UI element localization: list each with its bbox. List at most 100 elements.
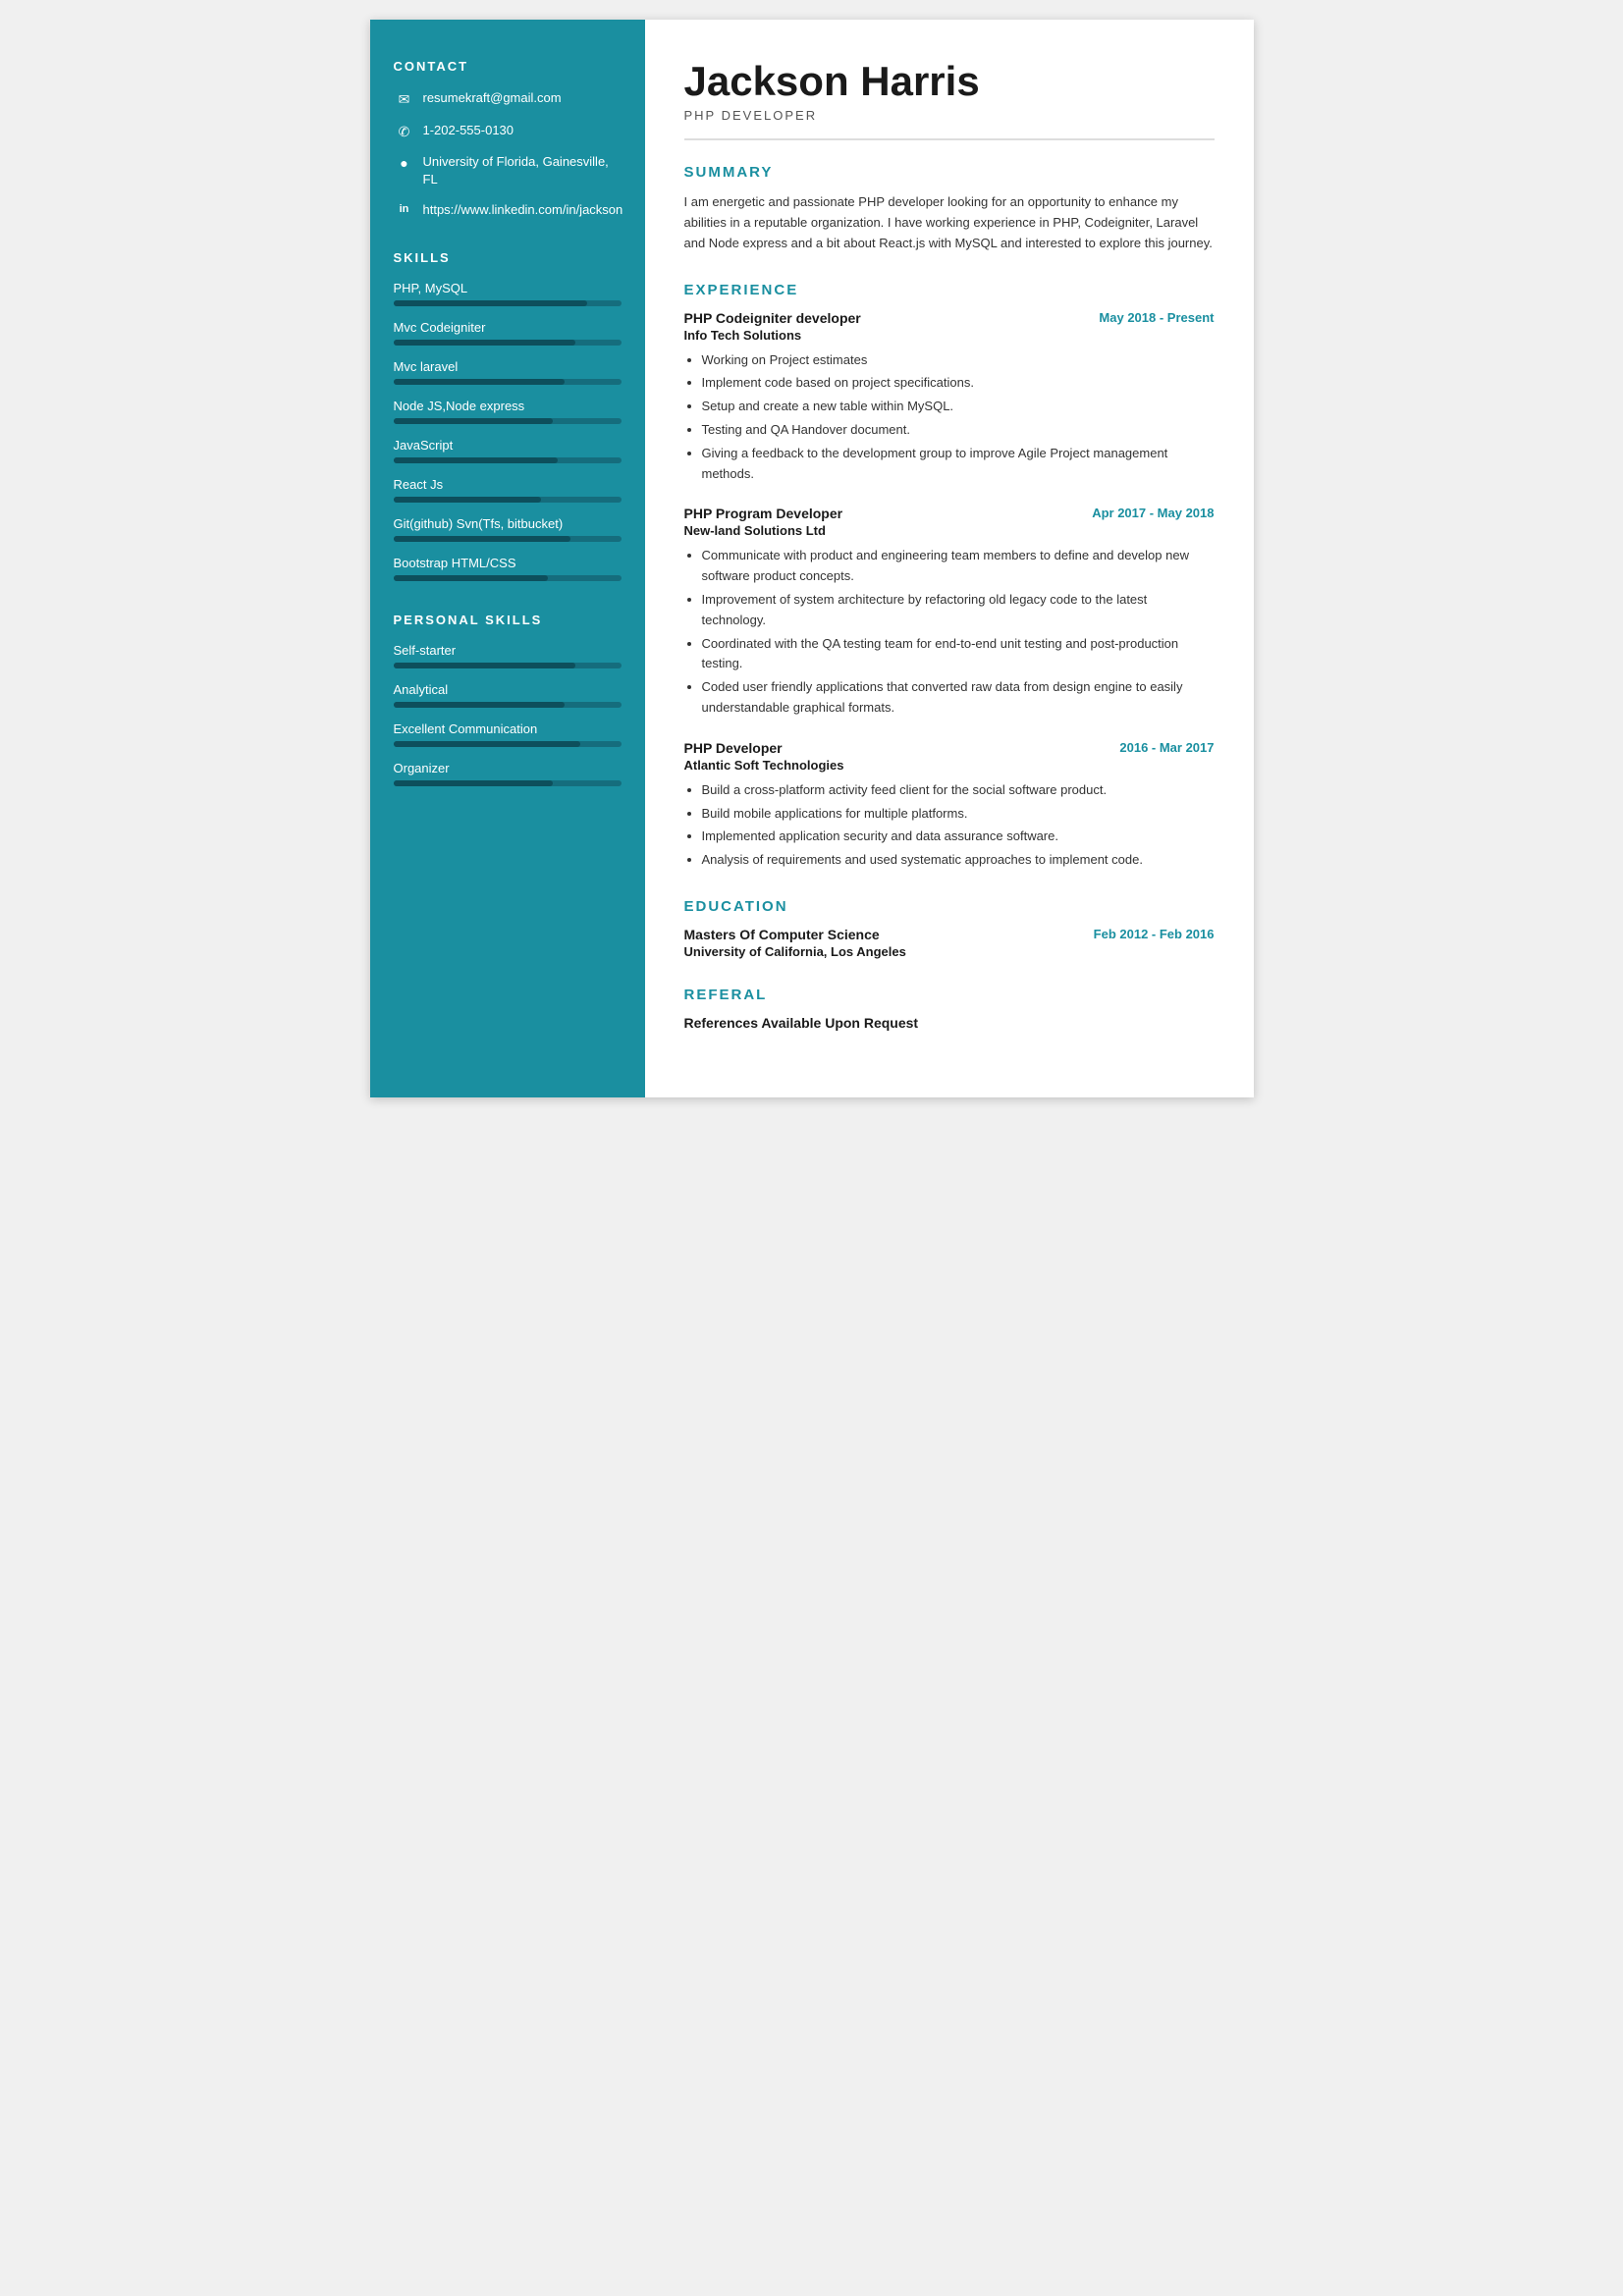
exp-bullet: Testing and QA Handover document. — [702, 420, 1215, 441]
exp-job-title: PHP Developer — [684, 740, 783, 756]
exp-header: PHP Codeigniter developer May 2018 - Pre… — [684, 310, 1215, 326]
skill-name: Git(github) Svn(Tfs, bitbucket) — [394, 516, 622, 531]
resume-container: CONTACT ✉ resumekraft@gmail.com ✆ 1-202-… — [370, 20, 1254, 1097]
skill-bar-bg — [394, 536, 622, 542]
skill-item: Mvc laravel — [394, 359, 622, 385]
personal-skill-item: Self-starter — [394, 643, 622, 668]
exp-company: New-land Solutions Ltd — [684, 523, 1215, 538]
exp-bullets: Communicate with product and engineering… — [684, 546, 1215, 718]
linkedin-icon: in — [394, 202, 415, 217]
education-list: Masters Of Computer Science University o… — [684, 927, 1215, 959]
skill-bar-bg — [394, 457, 622, 463]
exp-date: May 2018 - Present — [1099, 310, 1214, 325]
experience-list: PHP Codeigniter developer May 2018 - Pre… — [684, 310, 1215, 871]
personal-skill-bar-fill — [394, 702, 565, 708]
personal-skill-bar-bg — [394, 702, 622, 708]
personal-skill-name: Analytical — [394, 682, 622, 697]
personal-skill-bar-bg — [394, 780, 622, 786]
candidate-name: Jackson Harris — [684, 59, 1215, 104]
skill-bar-fill — [394, 418, 553, 424]
exp-date: 2016 - Mar 2017 — [1119, 740, 1214, 755]
skill-name: Node JS,Node express — [394, 399, 622, 413]
contact-linkedin: https://www.linkedin.com/in/jackson — [423, 201, 623, 219]
exp-bullet: Setup and create a new table within MySQ… — [702, 397, 1215, 417]
skills-list: PHP, MySQL Mvc Codeigniter Mvc laravel N… — [394, 281, 622, 581]
contact-section: CONTACT ✉ resumekraft@gmail.com ✆ 1-202-… — [394, 59, 622, 219]
exp-bullet: Communicate with product and engineering… — [702, 546, 1215, 587]
exp-bullet: Build mobile applications for multiple p… — [702, 804, 1215, 825]
skill-bar-bg — [394, 575, 622, 581]
skills-section: SKILLS PHP, MySQL Mvc Codeigniter Mvc la… — [394, 250, 622, 581]
skill-bar-fill — [394, 497, 542, 503]
exp-bullet: Coded user friendly applications that co… — [702, 677, 1215, 719]
skill-name: React Js — [394, 477, 622, 492]
skill-bar-fill — [394, 379, 565, 385]
personal-skills-list: Self-starter Analytical Excellent Commun… — [394, 643, 622, 786]
exp-bullet: Coordinated with the QA testing team for… — [702, 634, 1215, 675]
skill-name: Mvc Codeigniter — [394, 320, 622, 335]
personal-skill-item: Organizer — [394, 761, 622, 786]
skill-item: JavaScript — [394, 438, 622, 463]
skill-bar-bg — [394, 418, 622, 424]
contact-location-item: ● University of Florida, Gainesville, FL — [394, 153, 622, 188]
exp-company: Atlantic Soft Technologies — [684, 758, 1215, 773]
exp-company: Info Tech Solutions — [684, 328, 1215, 343]
exp-bullet: Analysis of requirements and used system… — [702, 850, 1215, 871]
personal-skills-section-title: PERSONAL SKILLS — [394, 613, 622, 627]
skill-bar-fill — [394, 340, 576, 346]
skill-name: Bootstrap HTML/CSS — [394, 556, 622, 570]
contact-phone: 1-202-555-0130 — [423, 122, 514, 139]
experience-entry: PHP Codeigniter developer May 2018 - Pre… — [684, 310, 1215, 485]
skill-bar-bg — [394, 379, 622, 385]
exp-bullet: Implemented application security and dat… — [702, 827, 1215, 847]
exp-bullets: Working on Project estimatesImplement co… — [684, 350, 1215, 485]
skill-bar-fill — [394, 536, 571, 542]
skill-bar-fill — [394, 457, 558, 463]
skill-name: PHP, MySQL — [394, 281, 622, 295]
referal-section: REFERAL References Available Upon Reques… — [684, 987, 1215, 1031]
skill-item: PHP, MySQL — [394, 281, 622, 306]
referal-text: References Available Upon Request — [684, 1015, 1215, 1031]
summary-title: SUMMARY — [684, 164, 1215, 181]
exp-header: PHP Developer 2016 - Mar 2017 — [684, 740, 1215, 756]
skill-bar-bg — [394, 340, 622, 346]
experience-entry: PHP Developer 2016 - Mar 2017 Atlantic S… — [684, 740, 1215, 871]
exp-date: Apr 2017 - May 2018 — [1092, 506, 1214, 520]
exp-bullet: Working on Project estimates — [702, 350, 1215, 371]
edu-school: University of California, Los Angeles — [684, 944, 906, 959]
skills-section-title: SKILLS — [394, 250, 622, 265]
personal-skill-bar-bg — [394, 741, 622, 747]
skill-bar-bg — [394, 300, 622, 306]
personal-skill-name: Organizer — [394, 761, 622, 775]
personal-skill-name: Excellent Communication — [394, 721, 622, 736]
contact-email-item: ✉ resumekraft@gmail.com — [394, 89, 622, 110]
skill-item: React Js — [394, 477, 622, 503]
edu-degree: Masters Of Computer Science — [684, 927, 906, 942]
exp-bullet: Improvement of system architecture by re… — [702, 590, 1215, 631]
skill-item: Mvc Codeigniter — [394, 320, 622, 346]
skill-item: Git(github) Svn(Tfs, bitbucket) — [394, 516, 622, 542]
location-icon: ● — [394, 154, 415, 174]
personal-skill-name: Self-starter — [394, 643, 622, 658]
summary-text: I am energetic and passionate PHP develo… — [684, 192, 1215, 253]
email-icon: ✉ — [394, 90, 415, 110]
personal-skill-bar-fill — [394, 780, 553, 786]
exp-bullet: Giving a feedback to the development gro… — [702, 444, 1215, 485]
skill-item: Bootstrap HTML/CSS — [394, 556, 622, 581]
contact-email: resumekraft@gmail.com — [423, 89, 562, 107]
exp-bullets: Build a cross-platform activity feed cli… — [684, 780, 1215, 871]
personal-skill-bar-bg — [394, 663, 622, 668]
contact-phone-item: ✆ 1-202-555-0130 — [394, 122, 622, 142]
main-content: Jackson Harris PHP DEVELOPER SUMMARY I a… — [645, 20, 1254, 1097]
candidate-title: PHP DEVELOPER — [684, 108, 1215, 123]
contact-section-title: CONTACT — [394, 59, 622, 74]
experience-section: EXPERIENCE PHP Codeigniter developer May… — [684, 282, 1215, 871]
main-header: Jackson Harris PHP DEVELOPER — [684, 59, 1215, 140]
exp-header: PHP Program Developer Apr 2017 - May 201… — [684, 506, 1215, 521]
skill-item: Node JS,Node express — [394, 399, 622, 424]
education-title: EDUCATION — [684, 898, 1215, 915]
exp-bullet: Implement code based on project specific… — [702, 373, 1215, 394]
edu-info: Masters Of Computer Science University o… — [684, 927, 906, 959]
sidebar: CONTACT ✉ resumekraft@gmail.com ✆ 1-202-… — [370, 20, 645, 1097]
skill-bar-fill — [394, 300, 587, 306]
